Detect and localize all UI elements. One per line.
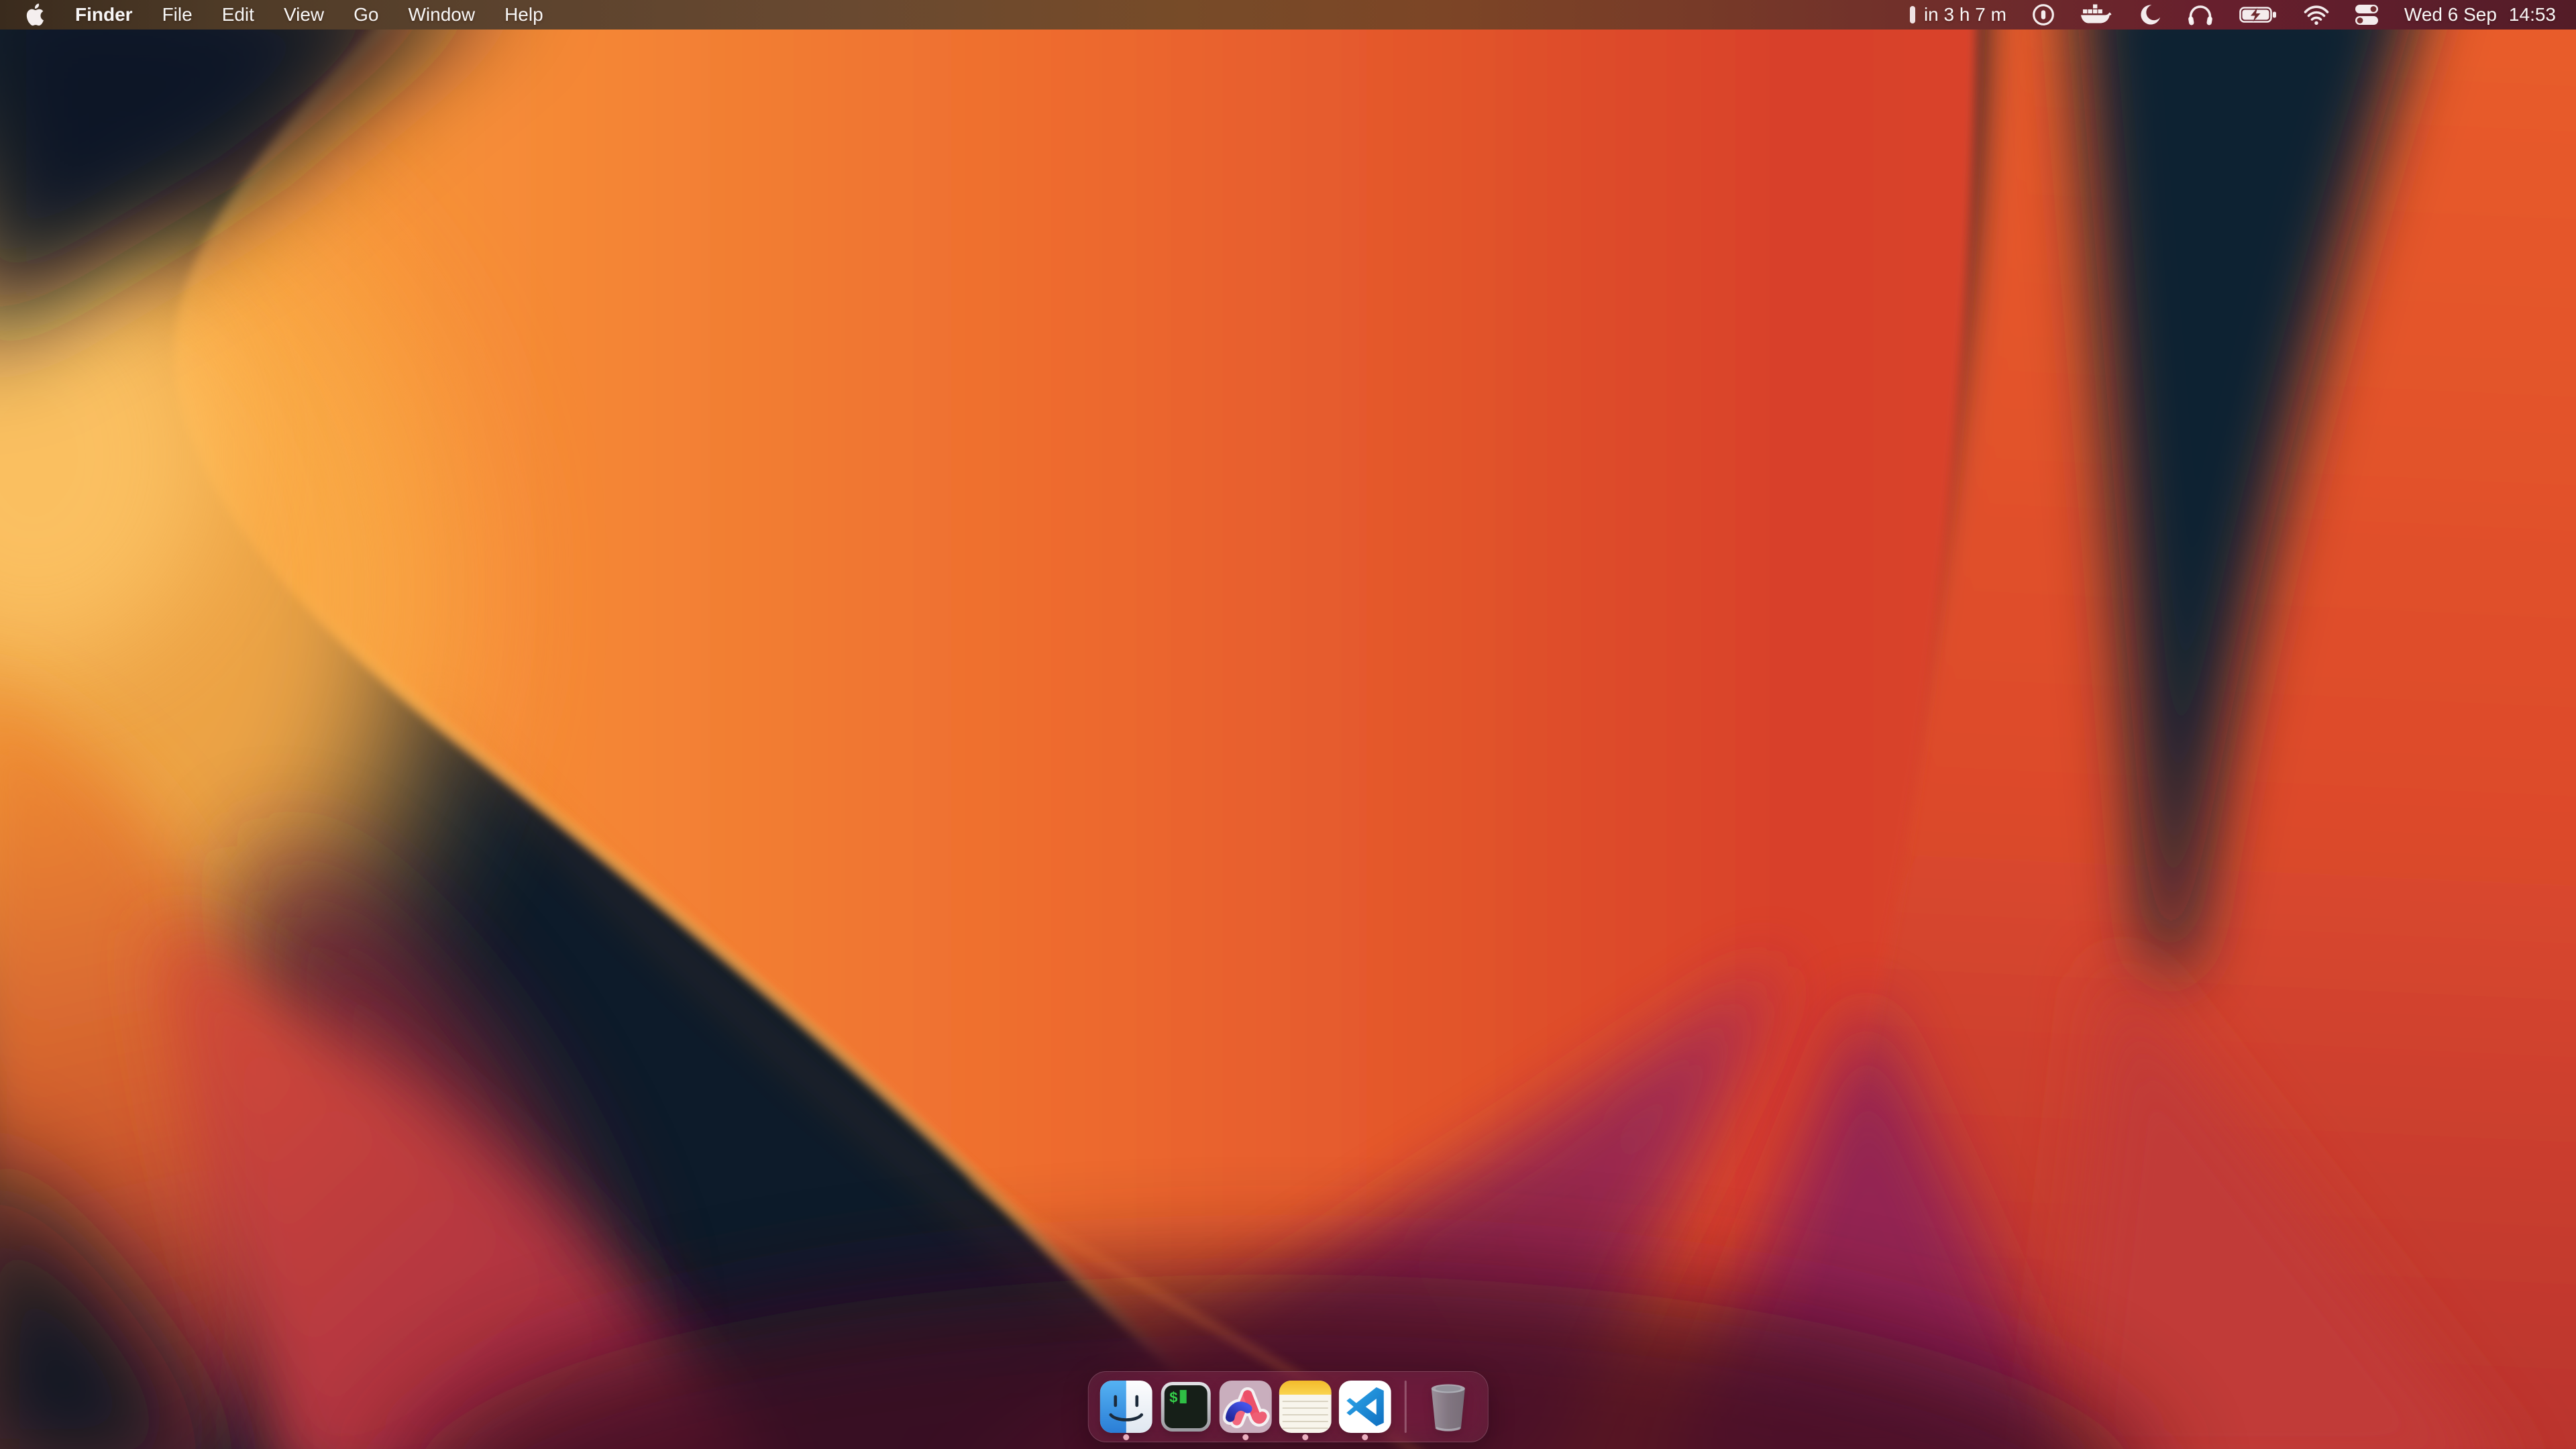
terminal-icon: $ <box>1159 1380 1213 1434</box>
dock-trash[interactable] <box>1419 1380 1477 1442</box>
menu-bar: Finder File Edit View Go Window Help in … <box>0 0 2576 30</box>
finder-icon <box>1099 1380 1153 1434</box>
1password-icon[interactable] <box>2032 0 2055 30</box>
running-indicator <box>1123 1434 1129 1440</box>
running-indicator <box>1242 1434 1248 1440</box>
desktop[interactable]: Finder File Edit View Go Window Help in … <box>0 0 2576 1449</box>
dock: $ <box>1088 1371 1489 1442</box>
running-indicator <box>1302 1434 1308 1440</box>
control-center-icon[interactable] <box>2355 0 2379 30</box>
menu-clock[interactable]: Wed 6 Sep 14:53 <box>2404 4 2556 25</box>
svg-text:$: $ <box>1169 1390 1178 1407</box>
clock-time: 14:53 <box>2509 4 2556 25</box>
apple-logo-icon <box>25 3 46 26</box>
moon-focus-icon[interactable] <box>2138 0 2161 30</box>
dock-terminal[interactable]: $ <box>1159 1380 1213 1442</box>
clock-date: Wed 6 Sep <box>2404 4 2497 25</box>
menu-item-go[interactable]: Go <box>354 0 378 30</box>
docker-whale-icon[interactable] <box>2080 0 2112 30</box>
vscode-icon <box>1338 1380 1392 1434</box>
trash-icon <box>1421 1380 1474 1434</box>
apple-menu[interactable] <box>25 0 46 30</box>
battery-charging-icon[interactable] <box>2239 0 2278 30</box>
timer-status[interactable]: in 3 h 7 m <box>1910 4 2006 25</box>
menu-bar-left: Finder File Edit View Go Window Help <box>0 0 543 30</box>
timer-indicator-bar <box>1910 6 1915 23</box>
notes-icon <box>1279 1380 1332 1434</box>
wallpaper <box>0 0 2576 1449</box>
menu-item-edit[interactable]: Edit <box>222 0 254 30</box>
dock-finder[interactable] <box>1099 1380 1153 1442</box>
running-indicator <box>1362 1434 1368 1440</box>
arc-browser-icon <box>1219 1380 1273 1434</box>
menu-item-help[interactable]: Help <box>504 0 543 30</box>
dock-notes[interactable] <box>1279 1380 1332 1442</box>
menu-bar-status: in 3 h 7 m <box>1910 0 2576 30</box>
dock-separator <box>1405 1381 1407 1433</box>
wifi-icon[interactable] <box>2304 0 2329 30</box>
menu-item-view[interactable]: View <box>284 0 324 30</box>
timer-text: in 3 h 7 m <box>1924 4 2006 25</box>
dock-arc[interactable] <box>1219 1380 1273 1442</box>
headphones-icon[interactable] <box>2187 0 2214 30</box>
menu-item-file[interactable]: File <box>162 0 193 30</box>
dock-vscode[interactable] <box>1338 1380 1392 1442</box>
menu-app-name[interactable]: Finder <box>75 0 133 30</box>
menu-item-window[interactable]: Window <box>408 0 475 30</box>
